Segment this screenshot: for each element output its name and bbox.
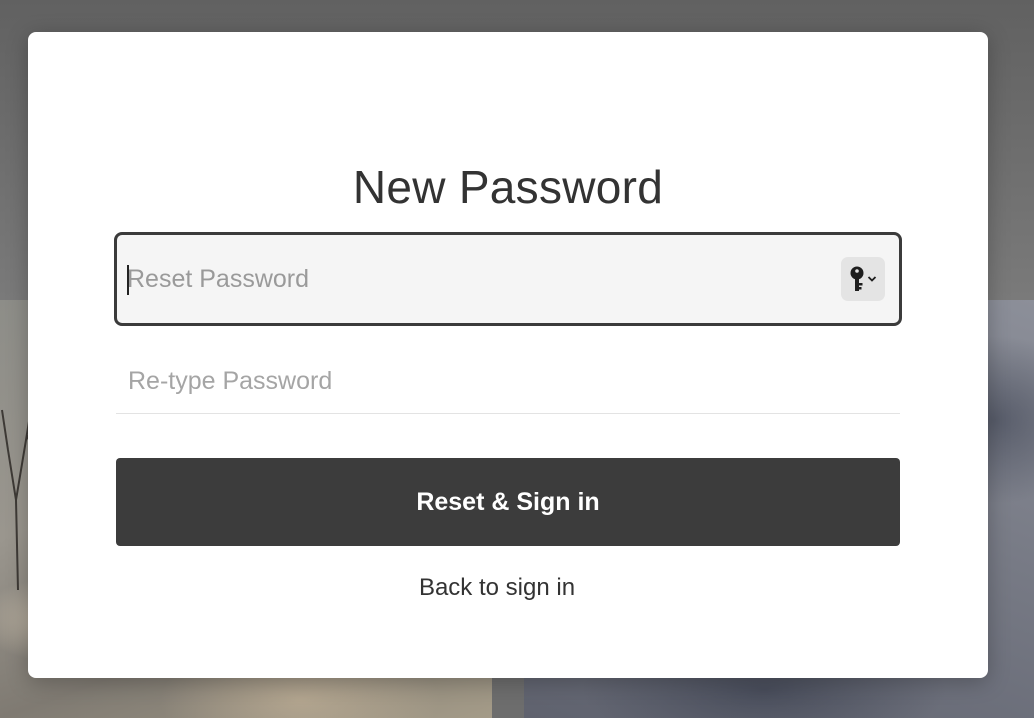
reset-password-input[interactable]: [127, 235, 827, 323]
chevron-down-icon: [867, 276, 877, 282]
back-to-sign-in-link[interactable]: Back to sign in: [28, 574, 966, 602]
modal-title: New Password: [352, 161, 664, 213]
key-icon: [850, 266, 864, 291]
retype-password-field: [116, 350, 900, 414]
reset-password-field: [114, 232, 902, 326]
reset-and-sign-in-button[interactable]: Reset & Sign in: [116, 458, 900, 546]
password-manager-button[interactable]: [841, 257, 885, 301]
retype-password-input[interactable]: [128, 350, 888, 412]
text-caret: [127, 265, 129, 295]
reset-password-modal: New Password Reset & Sign in Back to sig…: [28, 32, 988, 678]
